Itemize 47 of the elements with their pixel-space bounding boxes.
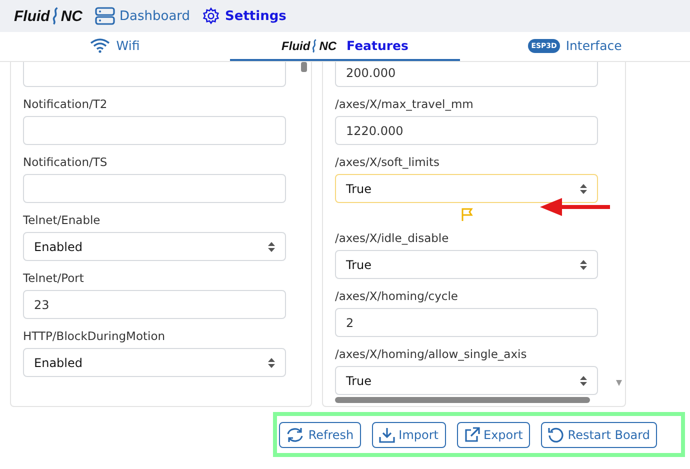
download-icon: [378, 426, 395, 442]
select-field[interactable]: True: [335, 174, 598, 203]
action-button[interactable]: Restart Board: [540, 422, 657, 448]
select-field[interactable]: Enabled: [23, 232, 286, 261]
input-field[interactable]: [23, 62, 286, 87]
input-field[interactable]: 200.000: [335, 62, 598, 87]
fluidnc-logo: Fluid NC: [282, 38, 337, 52]
action-button[interactable]: Refresh: [279, 422, 361, 448]
nav-link[interactable]: Settings: [202, 7, 286, 25]
fluidnc-logo: Fluid NC: [14, 7, 82, 25]
scrollbar[interactable]: [616, 380, 622, 386]
select-field[interactable]: True: [335, 250, 598, 279]
input-field[interactable]: [23, 174, 286, 203]
field-label: Notification/TS: [23, 155, 108, 170]
field-label: /axes/X/homing/allow_single_axis: [335, 347, 528, 362]
field-label: HTTP/BlockDuringMotion: [23, 329, 166, 344]
updown-icon: [268, 358, 275, 368]
arrow-annotation: [540, 197, 610, 217]
select-field[interactable]: Enabled: [23, 348, 286, 377]
field-label: Telnet/Enable: [23, 213, 102, 228]
field-label: /axes/X/max_travel_mm: [335, 97, 474, 112]
server-icon: [94, 7, 114, 25]
action-button[interactable]: Export: [456, 422, 530, 448]
field-label: Notification/T2: [23, 97, 108, 112]
field-label: Telnet/Port: [23, 271, 85, 286]
field-label: /axes/X/soft_limits: [335, 155, 440, 170]
action-button[interactable]: Import: [372, 422, 446, 448]
input-field[interactable]: [23, 116, 286, 145]
input-field[interactable]: 2: [335, 308, 598, 337]
refresh-icon: [286, 426, 304, 442]
updown-icon: [268, 242, 275, 252]
restart-icon: [548, 426, 564, 442]
field-label: /axes/X/idle_disable: [335, 231, 450, 246]
settings-icon: [202, 7, 220, 25]
input-field[interactable]: 23: [23, 290, 286, 319]
flag-icon: [460, 208, 472, 220]
updown-icon: [580, 260, 587, 270]
tab[interactable]: Wifi: [0, 32, 230, 61]
nav-link[interactable]: Dashboard: [94, 7, 190, 25]
input-field[interactable]: 1220.000: [335, 116, 598, 145]
select-field[interactable]: True: [335, 366, 598, 395]
field-label: /axes/X/homing/cycle: [335, 289, 459, 304]
wifi-icon: [90, 38, 110, 53]
updown-icon: [580, 376, 587, 386]
updown-icon: [580, 184, 587, 194]
external-link-icon: [464, 426, 480, 442]
tab[interactable]: Fluid NC Features: [230, 32, 460, 61]
